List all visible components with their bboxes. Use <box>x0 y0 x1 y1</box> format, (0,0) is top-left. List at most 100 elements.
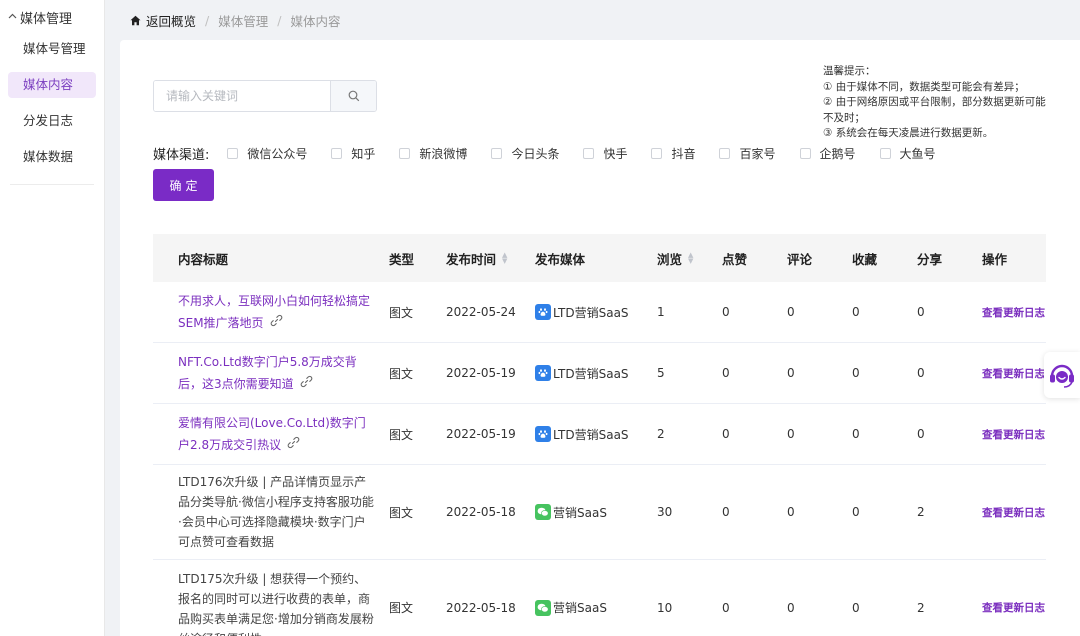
media-cell: LTD营销SaaS <box>535 404 629 464</box>
chevron-up-icon <box>8 12 17 22</box>
view-update-log-link[interactable]: 查看更新日志 <box>982 560 1045 636</box>
breadcrumb-separator: / <box>277 12 282 28</box>
column-header-publish-time[interactable]: 发布时间 ▲ ▼ <box>446 234 507 282</box>
sidebar-divider <box>10 184 94 185</box>
content-table: 内容标题 类型 发布时间 ▲ ▼ 发布媒体 浏览 ▲ ▼ 点赞 评论 收藏 分享 操… <box>153 234 1046 636</box>
channel-checkbox-wechat-official[interactable]: 微信公众号 <box>227 145 307 162</box>
column-header-views[interactable]: 浏览 ▲ ▼ <box>657 234 693 282</box>
channel-checkbox-dayuhao[interactable]: 大鱼号 <box>879 145 936 162</box>
column-header-label: 发布时间 <box>446 251 497 267</box>
media-cell: LTD营销SaaS <box>535 343 629 403</box>
comments-cell: 0 <box>787 600 795 615</box>
sort-icon: ▲ ▼ <box>502 251 508 265</box>
channel-checkbox-baijiahao[interactable]: 百家号 <box>719 145 776 162</box>
sidebar-group-label: 媒体管理 <box>20 11 73 27</box>
sidebar-group-media[interactable]: 媒体管理 <box>0 0 104 34</box>
comments-cell: 0 <box>787 305 795 319</box>
tips-line: ① 由于媒体不同，数据类型可能会有差异； <box>823 80 1025 93</box>
view-update-log-link[interactable]: 查看更新日志 <box>982 343 1045 403</box>
checkbox-box <box>399 147 411 159</box>
link-icon[interactable] <box>270 312 283 334</box>
views-cell: 10 <box>657 600 673 615</box>
media-name: 营销SaaS <box>553 601 607 615</box>
sidebar-item-media-content[interactable]: 媒体内容 <box>8 72 96 98</box>
main-card: 温馨提示： ① 由于媒体不同，数据类型可能会有差异； ② 由于网络原因或平台限制… <box>120 40 1080 636</box>
baidu-paw-icon <box>535 365 551 381</box>
favorites-cell: 0 <box>852 366 860 380</box>
column-header-comments: 评论 <box>787 251 813 267</box>
views-cell: 1 <box>657 305 665 319</box>
column-header-title: 内容标题 <box>178 251 229 267</box>
tips-line: ② 由于网络原因或平台限制，部分数据更新可能不及时； <box>823 96 1046 124</box>
wechat-icon <box>535 504 551 520</box>
view-update-log-link[interactable]: 查看更新日志 <box>982 465 1045 559</box>
content-title-cell: LTD175次升级 | 想获得一个预约、报名的同时可以进行收费的表单，商品购买表… <box>178 560 376 636</box>
likes-cell: 0 <box>722 366 730 380</box>
table-header: 内容标题 类型 发布时间 ▲ ▼ 发布媒体 浏览 ▲ ▼ 点赞 评论 收藏 分享 操… <box>153 234 1046 282</box>
content-title-link[interactable]: LTD176次升级 | 产品详情页显示产品分类导航·微信小程序支持客服功能·会员… <box>178 472 376 552</box>
media-name: LTD营销SaaS <box>553 305 629 320</box>
sidebar: 媒体管理 媒体号管理 媒体内容 分发日志 媒体数据 <box>0 0 105 636</box>
type-cell: 图文 <box>389 366 414 381</box>
sidebar-item-media-accounts[interactable]: 媒体号管理 <box>8 36 96 62</box>
channel-checkbox-kuaishou[interactable]: 快手 <box>583 145 627 162</box>
search-button[interactable] <box>330 81 376 111</box>
views-cell: 30 <box>657 505 673 519</box>
likes-cell: 0 <box>722 505 730 519</box>
favorites-cell: 0 <box>852 505 860 519</box>
checkbox-label: 大鱼号 <box>899 146 936 161</box>
content-title-cell: 爱情有限公司(Love.Co.Ltd)数字门户2.8万成交引热议 <box>178 404 376 464</box>
channel-checkbox-douyin[interactable]: 抖音 <box>651 145 695 162</box>
channel-checkbox-toutiao[interactable]: 今日头条 <box>491 145 559 162</box>
media-cell: LTD营销SaaS <box>535 282 629 342</box>
table-row: LTD175次升级 | 想获得一个预约、报名的同时可以进行收费的表单，商品购买表… <box>153 560 1046 636</box>
content-title-link[interactable]: NFT.Co.Ltd数字门户5.8万成交背后，这3点你需要知道 <box>178 355 357 391</box>
favorites-cell: 0 <box>852 427 860 441</box>
checkbox-label: 知乎 <box>351 146 376 161</box>
checkbox-box <box>651 147 663 159</box>
column-header-shares: 分享 <box>917 251 943 267</box>
channel-checkbox-weibo[interactable]: 新浪微博 <box>399 145 467 162</box>
breadcrumb-home[interactable]: 返回概览 <box>130 11 196 30</box>
checkbox-label: 微信公众号 <box>247 146 308 161</box>
content-title-link[interactable]: LTD175次升级 | 想获得一个预约、报名的同时可以进行收费的表单，商品购买表… <box>178 569 376 636</box>
content-title-cell: LTD176次升级 | 产品详情页显示产品分类导航·微信小程序支持客服功能·会员… <box>178 465 376 559</box>
column-header-type: 类型 <box>389 251 415 267</box>
baidu-paw-icon <box>535 304 551 320</box>
checkbox-box <box>719 147 731 159</box>
link-icon[interactable] <box>300 373 313 395</box>
breadcrumb-home-label: 返回概览 <box>146 13 197 29</box>
likes-cell: 0 <box>722 600 730 615</box>
breadcrumb: 返回概览 / 媒体管理 / 媒体内容 <box>130 10 340 30</box>
breadcrumb-media-management[interactable]: 媒体管理 <box>218 11 268 30</box>
likes-cell: 0 <box>722 427 730 441</box>
view-update-log-link[interactable]: 查看更新日志 <box>982 404 1045 464</box>
column-header-likes: 点赞 <box>722 251 748 267</box>
sidebar-item-distribution-log[interactable]: 分发日志 <box>8 108 96 134</box>
favorites-cell: 0 <box>852 600 860 615</box>
wechat-icon <box>535 599 551 616</box>
breadcrumb-media-content[interactable]: 媒体内容 <box>290 11 340 30</box>
checkbox-box <box>331 147 343 159</box>
checkbox-box <box>583 147 595 159</box>
channel-checkbox-qiehao[interactable]: 企鹅号 <box>799 145 856 162</box>
type-cell: 图文 <box>389 427 414 442</box>
sidebar-item-media-data[interactable]: 媒体数据 <box>8 144 96 170</box>
checkbox-box <box>227 147 239 159</box>
confirm-button[interactable]: 确定 <box>153 169 214 201</box>
checkbox-box <box>879 147 891 159</box>
table-row: 爱情有限公司(Love.Co.Ltd)数字门户2.8万成交引热议 图文 2022… <box>153 404 1046 465</box>
link-icon[interactable] <box>287 434 300 456</box>
channel-label: 媒体渠道: <box>153 147 210 163</box>
view-update-log-link[interactable]: 查看更新日志 <box>982 282 1045 342</box>
content-title-link[interactable]: 爱情有限公司(Love.Co.Ltd)数字门户2.8万成交引热议 <box>178 416 366 452</box>
views-cell: 2 <box>657 427 665 441</box>
channel-checkbox-zhihu[interactable]: 知乎 <box>331 145 375 162</box>
search-input[interactable] <box>154 81 330 111</box>
customer-service-float[interactable] <box>1044 352 1080 398</box>
date-cell: 2022-05-18 <box>446 600 516 615</box>
table-row: LTD176次升级 | 产品详情页显示产品分类导航·微信小程序支持客服功能·会员… <box>153 465 1046 560</box>
checkbox-box <box>491 147 503 159</box>
views-cell: 5 <box>657 366 665 380</box>
type-cell: 图文 <box>389 505 414 520</box>
